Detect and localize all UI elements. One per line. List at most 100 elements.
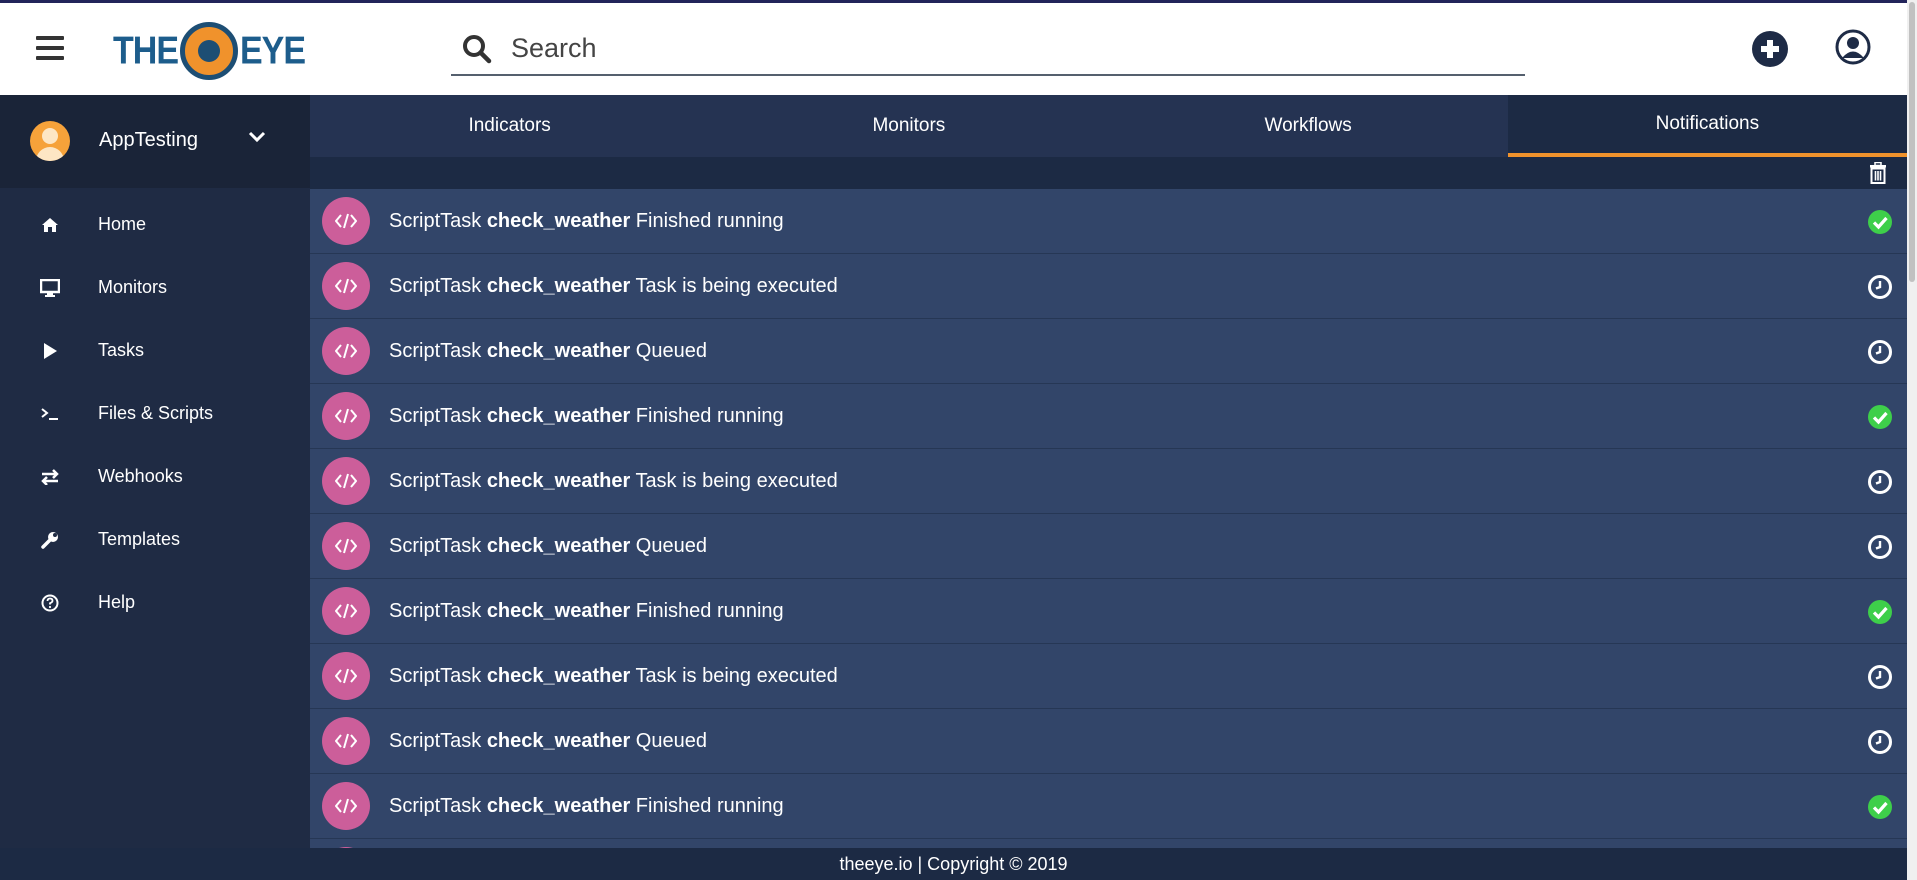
avatar: [30, 121, 70, 161]
main-content: Indicators Monitors Workflows Notificati…: [310, 95, 1907, 865]
notification-type: ScriptTask: [389, 794, 482, 817]
clock-icon: [1867, 534, 1893, 560]
logo-text-left: THE: [113, 28, 179, 73]
wrench-icon: [40, 530, 60, 550]
notification-task-name: check_weather: [486, 599, 631, 622]
notification-row[interactable]: ScriptTask check_weather Finished runnin…: [310, 189, 1907, 254]
code-icon: [322, 587, 370, 635]
notification-list: ScriptTask check_weather Finished runnin…: [310, 189, 1907, 865]
play-icon: [40, 341, 60, 361]
notification-row[interactable]: ScriptTask check_weather Task is being e…: [310, 449, 1907, 514]
user-profile-icon[interactable]: [1835, 29, 1871, 65]
notification-text: ScriptTask check_weather Queued: [389, 340, 707, 363]
page-scrollbar[interactable]: [1907, 0, 1917, 880]
sidebar-item-label: Help: [98, 592, 136, 612]
home-icon: [40, 215, 60, 235]
sidebar-item-label: Home: [98, 214, 147, 234]
notification-type: ScriptTask: [389, 274, 482, 297]
search-bar: [451, 23, 1525, 76]
notification-type: ScriptTask: [389, 469, 482, 492]
trash-icon[interactable]: [1869, 162, 1887, 184]
notification-type: ScriptTask: [389, 599, 482, 622]
notification-text: ScriptTask check_weather Finished runnin…: [389, 405, 784, 428]
search-icon: [463, 35, 492, 64]
notification-type: ScriptTask: [389, 664, 482, 687]
question-icon: [40, 593, 60, 613]
notification-type: ScriptTask: [389, 209, 482, 232]
notification-task-name: check_weather: [486, 339, 631, 362]
notification-task-name: check_weather: [486, 534, 631, 557]
notification-text: ScriptTask check_weather Finished runnin…: [389, 210, 784, 233]
notification-task-name: check_weather: [486, 274, 631, 297]
notification-row[interactable]: ScriptTask check_weather Task is being e…: [310, 644, 1907, 709]
notification-message: Task is being executed: [635, 274, 838, 297]
tab-monitors[interactable]: Monitors: [709, 95, 1108, 157]
account-name: AppTesting: [99, 129, 198, 151]
sidebar-item-label: Webhooks: [98, 466, 183, 486]
search-input[interactable]: [509, 29, 1513, 67]
code-icon: [322, 652, 370, 700]
notification-row[interactable]: ScriptTask check_weather Finished runnin…: [310, 579, 1907, 644]
sidebar-item-label: Monitors: [98, 277, 168, 297]
clock-icon: [1867, 469, 1893, 495]
exchange-icon: [40, 467, 60, 487]
notification-type: ScriptTask: [389, 404, 482, 427]
chevron-down-icon[interactable]: [248, 131, 266, 143]
sidebar-item-templates[interactable]: Templates: [0, 508, 310, 571]
code-icon: [322, 197, 370, 245]
notification-row[interactable]: ScriptTask check_weather Task is being e…: [310, 254, 1907, 319]
sidebar-item-label: Files & Scripts: [98, 403, 214, 423]
tab-bar: Indicators Monitors Workflows Notificati…: [310, 95, 1907, 157]
check-circle-icon: [1867, 599, 1893, 625]
notification-text: ScriptTask check_weather Task is being e…: [389, 275, 838, 298]
notification-message: Finished running: [635, 599, 784, 622]
account-switcher[interactable]: AppTesting: [0, 95, 310, 188]
tab-workflows[interactable]: Workflows: [1109, 95, 1508, 157]
notification-text: ScriptTask check_weather Task is being e…: [389, 665, 838, 688]
notification-text: ScriptTask check_weather Finished runnin…: [389, 795, 784, 818]
notification-task-name: check_weather: [486, 469, 631, 492]
notification-row[interactable]: ScriptTask check_weather Queued: [310, 319, 1907, 384]
clock-icon: [1867, 729, 1893, 755]
check-circle-icon: [1867, 209, 1893, 235]
code-icon: [322, 717, 370, 765]
sidebar-item-home[interactable]: Home: [0, 193, 310, 256]
sidebar-item-monitors[interactable]: Monitors: [0, 256, 310, 319]
notification-row[interactable]: ScriptTask check_weather Queued: [310, 709, 1907, 774]
notification-row[interactable]: ScriptTask check_weather Finished runnin…: [310, 774, 1907, 839]
code-icon: [322, 457, 370, 505]
sidebar: AppTesting Home Monitors Tasks Files & S…: [0, 95, 310, 848]
scrollbar-thumb[interactable]: [1909, 2, 1915, 282]
sidebar-item-tasks[interactable]: Tasks: [0, 319, 310, 382]
notification-message: Queued: [635, 339, 707, 362]
notification-message: Finished running: [635, 404, 784, 427]
logo-text-right: EYE: [240, 28, 306, 73]
terminal-icon: [40, 404, 60, 424]
logo[interactable]: THE EYE: [113, 20, 306, 82]
sidebar-item-label: Tasks: [98, 340, 145, 360]
sidebar-item-label: Templates: [98, 529, 181, 549]
notification-row[interactable]: ScriptTask check_weather Finished runnin…: [310, 384, 1907, 449]
notification-text: ScriptTask check_weather Queued: [389, 535, 707, 558]
sidebar-item-files-scripts[interactable]: Files & Scripts: [0, 382, 310, 445]
sidebar-item-webhooks[interactable]: Webhooks: [0, 445, 310, 508]
tab-notifications[interactable]: Notifications: [1507, 95, 1907, 157]
sidebar-nav: Home Monitors Tasks Files & Scripts Webh…: [0, 193, 310, 634]
tab-indicators[interactable]: Indicators: [310, 95, 709, 157]
hamburger-menu-icon[interactable]: [36, 36, 64, 60]
add-icon[interactable]: [1752, 31, 1788, 67]
notification-message: Task is being executed: [635, 664, 838, 687]
notification-message: Task is being executed: [635, 469, 838, 492]
notification-type: ScriptTask: [389, 729, 482, 752]
notification-task-name: check_weather: [486, 209, 631, 232]
notifications-toolbar: [310, 157, 1907, 189]
notification-task-name: check_weather: [486, 729, 631, 752]
sidebar-item-help[interactable]: Help: [0, 571, 310, 634]
code-icon: [322, 782, 370, 830]
notification-task-name: check_weather: [486, 404, 631, 427]
eye-logo-icon: [180, 22, 238, 80]
code-icon: [322, 262, 370, 310]
code-icon: [322, 392, 370, 440]
check-circle-icon: [1867, 404, 1893, 430]
notification-row[interactable]: ScriptTask check_weather Queued: [310, 514, 1907, 579]
